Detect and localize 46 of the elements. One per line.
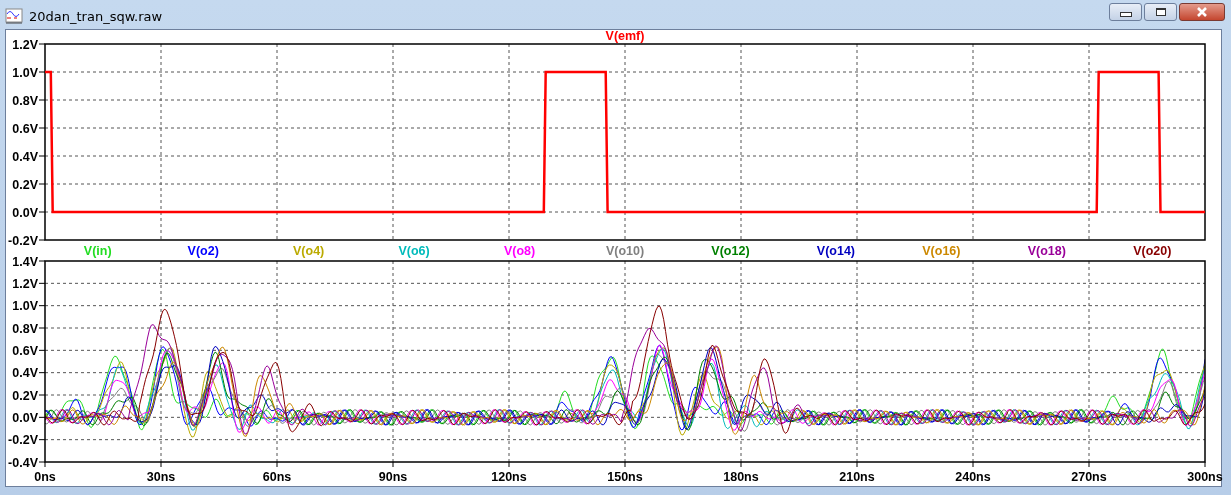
legend-label: V(o2) [187,244,219,258]
x-axis-label: 210ns [839,470,875,484]
x-axis-label: 60ns [262,470,292,484]
y-axis-label: 0.8V [12,93,38,108]
y-axis-label: 0.0V [12,410,38,425]
y-axis-label: -0.2V [8,433,38,448]
y-axis-label: 0.0V [12,205,38,220]
y-axis-label: 0.6V [12,121,38,136]
x-axis-label: 90ns [378,470,408,484]
y-axis-label: 0.2V [12,388,38,403]
y-axis-label: 0.6V [12,343,38,358]
legend-label: V(o14) [816,244,855,258]
waveform-icon [5,8,23,24]
legend-label: V(o18) [1027,244,1066,258]
legend-label: V(o16) [922,244,961,258]
y-axis-label: 0.4V [12,366,38,381]
y-axis-label: 0.4V [12,149,38,164]
minimize-button[interactable] [1109,3,1142,21]
trace-label: V(emf) [605,29,645,43]
y-axis-label: 1.4V [12,254,38,269]
y-axis-label: -0.2V [8,233,38,248]
legend-label: V(o8) [503,244,536,258]
y-axis-label: -0.4V [8,455,38,470]
y-axis-label: 1.2V [12,37,38,52]
x-axis-label: 120ns [491,470,527,484]
y-axis-label: 0.8V [12,321,38,336]
window-title: 20dan_tran_sqw.raw [29,8,163,24]
y-axis-label: 0.2V [12,177,38,192]
close-icon [1195,7,1209,17]
y-axis-label: 1.0V [12,299,38,314]
x-axis-label: 30ns [146,470,176,484]
legend-label: V(o12) [711,244,750,258]
legend-label: V(o20) [1133,244,1172,258]
x-axis-label: 180ns [723,470,759,484]
legend-label: V(o6) [398,244,430,258]
maximize-button[interactable] [1144,3,1177,21]
x-axis-label: 270ns [1071,470,1107,484]
legend-label: V(o10) [605,244,645,258]
x-axis-label: 0ns [34,470,56,484]
legend-label: V(o4) [293,244,325,258]
x-axis-label: 240ns [955,470,991,484]
legend-label: V(in) [83,244,112,258]
x-axis-label: 150ns [607,470,643,484]
close-button[interactable] [1179,3,1225,21]
y-axis-label: 1.2V [12,276,38,291]
y-axis-label: 1.0V [12,65,38,80]
